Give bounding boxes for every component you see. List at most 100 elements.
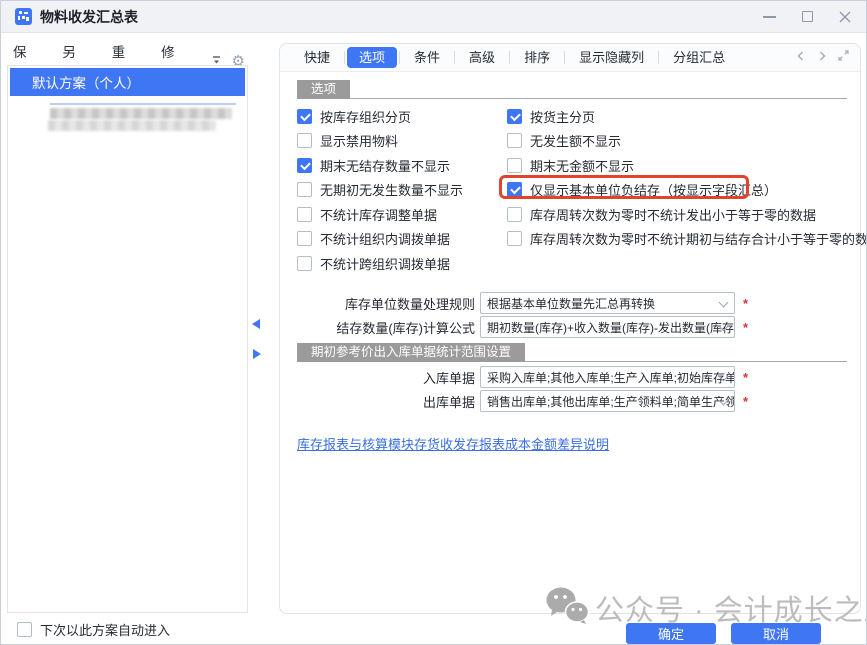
field-label: 库存单位数量处理规则 bbox=[297, 294, 475, 313]
auto-enter-checkbox[interactable] bbox=[17, 622, 32, 637]
option-checkbox-row[interactable]: 按货主分页 bbox=[507, 104, 867, 129]
checkbox[interactable] bbox=[507, 231, 522, 246]
tab-3[interactable]: 高级 bbox=[457, 47, 507, 68]
option-checkbox-row[interactable]: 库存周转次数为零时不统计发出小于等于零的数据 bbox=[507, 202, 867, 227]
app-logo-icon bbox=[15, 8, 32, 25]
outbound-docs-select[interactable]: 销售出库单;其他出库单;生产领料单;简单生产领料单 bbox=[480, 390, 735, 412]
tabs-scroll-left-icon[interactable] bbox=[795, 49, 807, 67]
tab-separator bbox=[509, 51, 510, 64]
field-label: 出库单据 bbox=[297, 392, 475, 411]
tab-bar-tabs: 快捷选项条件高级排序显示隐藏列分组汇总 bbox=[292, 47, 737, 68]
tab-bar: 快捷选项条件高级排序显示隐藏列分组汇总 bbox=[280, 44, 860, 72]
option-checkbox-row[interactable]: 期末无结存数量不显示 bbox=[297, 153, 507, 178]
option-checkbox-row[interactable]: 无期初无发生数量不显示 bbox=[297, 178, 507, 203]
inbound-docs-select[interactable]: 采购入库单;其他入库单;生产入库单;初始库存单 bbox=[480, 366, 735, 388]
checkbox[interactable] bbox=[507, 109, 522, 124]
section-divider bbox=[525, 343, 847, 362]
checkbox-label: 库存周转次数为零时不统计期初与结存合计小于等于零的数据 bbox=[530, 229, 867, 248]
ok-button[interactable]: 确定 bbox=[626, 623, 716, 644]
plan-item-redacted[interactable] bbox=[50, 108, 232, 119]
section-title: 选项 bbox=[297, 80, 350, 99]
checkbox[interactable] bbox=[507, 133, 522, 148]
inbound-docs-row: 入库单据 采购入库单;其他入库单;生产入库单;初始库存单 * bbox=[297, 366, 748, 388]
checkbox[interactable] bbox=[297, 182, 312, 197]
checkbox[interactable] bbox=[297, 109, 312, 124]
checkbox-column-right: 按货主分页无发生额不显示期末无金额不显示仅显示基本单位负结存（按显示字段汇总） 库… bbox=[507, 104, 867, 276]
checkbox-label: 不统计组织内调拨单据 bbox=[320, 229, 450, 248]
checkbox[interactable] bbox=[507, 158, 522, 173]
tab-separator bbox=[344, 51, 345, 64]
checkbox-label: 库存周转次数为零时不统计发出小于等于零的数据 bbox=[530, 205, 816, 224]
balance-formula-select[interactable]: 期初数量(库存)+收入数量(库存)-发出数量(库存) bbox=[480, 316, 735, 338]
option-checkbox-row[interactable]: 无发生额不显示 bbox=[507, 129, 867, 154]
auto-enter-label: 下次以此方案自动进入 bbox=[40, 620, 170, 639]
section-title: 期初参考价出入库单据统计范围设置 bbox=[297, 343, 525, 362]
checkbox[interactable] bbox=[297, 207, 312, 222]
expand-fullscreen-icon[interactable] bbox=[837, 49, 850, 67]
wechat-icon bbox=[544, 586, 590, 629]
close-button[interactable] bbox=[838, 10, 852, 24]
plan-item-redacted[interactable] bbox=[48, 120, 216, 131]
title-bar: 物料收发汇总表 bbox=[1, 1, 866, 33]
plan-list-panel: 默认方案（个人） bbox=[7, 65, 248, 613]
tab-0[interactable]: 快捷 bbox=[292, 47, 342, 68]
tab-4[interactable]: 排序 bbox=[512, 47, 562, 68]
tab-separator bbox=[658, 51, 659, 64]
select-value: 采购入库单;其他入库单;生产入库单;初始库存单 bbox=[487, 369, 735, 386]
checkbox-label: 显示禁用物料 bbox=[320, 131, 398, 150]
section-divider bbox=[350, 80, 847, 99]
checkbox[interactable] bbox=[297, 158, 312, 173]
select-value: 期初数量(库存)+收入数量(库存)-发出数量(库存) bbox=[487, 319, 735, 336]
plan-item-default[interactable]: 默认方案（个人） bbox=[10, 68, 245, 96]
select-value: 销售出库单;其他出库单;生产领料单;简单生产领料单 bbox=[487, 393, 735, 410]
splitter-collapse-left-icon[interactable] bbox=[252, 319, 260, 329]
checkbox-label: 期末无结存数量不显示 bbox=[320, 156, 450, 175]
checkbox[interactable] bbox=[507, 182, 522, 197]
tab-separator bbox=[399, 51, 400, 64]
tab-5[interactable]: 显示隐藏列 bbox=[567, 47, 656, 68]
required-asterisk: * bbox=[743, 394, 748, 409]
balance-formula-row: 结存数量(库存)计算公式 期初数量(库存)+收入数量(库存)-发出数量(库存) … bbox=[297, 316, 748, 338]
tab-separator bbox=[454, 51, 455, 64]
required-asterisk: * bbox=[743, 370, 748, 385]
checkbox-label: 不统计库存调整单据 bbox=[320, 205, 437, 224]
cancel-button[interactable]: 取消 bbox=[731, 623, 821, 644]
checkbox-label: 按库存组织分页 bbox=[320, 107, 411, 126]
option-checkbox-row[interactable]: 库存周转次数为零时不统计期初与结存合计小于等于零的数据 bbox=[507, 227, 867, 252]
plan-item-divider bbox=[50, 103, 236, 105]
option-checkbox-row[interactable]: 不统计库存调整单据 bbox=[297, 202, 507, 227]
tab-1[interactable]: 选项 bbox=[347, 47, 397, 68]
checkbox[interactable] bbox=[297, 256, 312, 271]
option-checkbox-row[interactable]: 按库存组织分页 bbox=[297, 104, 507, 129]
tab-2[interactable]: 条件 bbox=[402, 47, 452, 68]
section-header-doc-scope: 期初参考价出入库单据统计范围设置 bbox=[297, 343, 847, 362]
auto-enter-row[interactable]: 下次以此方案自动进入 bbox=[17, 620, 170, 639]
maximize-button[interactable] bbox=[800, 10, 814, 24]
splitter-expand-right-icon[interactable] bbox=[253, 349, 261, 359]
checkbox-label: 无期初无发生数量不显示 bbox=[320, 180, 463, 199]
option-checkbox-row[interactable]: 显示禁用物料 bbox=[297, 129, 507, 154]
checkbox-column-left: 按库存组织分页显示禁用物料期末无结存数量不显示无期初无发生数量不显示不统计库存调… bbox=[297, 104, 507, 276]
cost-difference-help-link[interactable]: 库存报表与核算模块存货收发存报表成本金额差异说明 bbox=[297, 434, 609, 453]
required-asterisk: * bbox=[743, 320, 748, 335]
tab-separator bbox=[564, 51, 565, 64]
field-label: 结存数量(库存)计算公式 bbox=[297, 318, 475, 337]
option-checkbox-row[interactable]: 仅显示基本单位负结存（按显示字段汇总） bbox=[507, 178, 867, 203]
tab-6[interactable]: 分组汇总 bbox=[661, 47, 737, 68]
minimize-button[interactable] bbox=[762, 10, 776, 24]
checkbox[interactable] bbox=[297, 133, 312, 148]
checkbox-label: 仅显示基本单位负结存（按显示字段汇总） bbox=[530, 180, 777, 199]
option-checkbox-row[interactable]: 期末无金额不显示 bbox=[507, 153, 867, 178]
chevron-down-icon bbox=[719, 298, 729, 308]
tabs-scroll-right-icon[interactable] bbox=[816, 49, 828, 67]
window-title: 物料收发汇总表 bbox=[40, 7, 138, 27]
section-header-options: 选项 bbox=[297, 80, 847, 99]
dialog-window: 物料收发汇总表 保存另存重置修改 ⚙ 默认方案（个人） 快捷选项条件高级排序显 bbox=[0, 0, 867, 645]
option-checkbox-row[interactable]: 不统计组织内调拨单据 bbox=[297, 227, 507, 252]
checkbox[interactable] bbox=[297, 231, 312, 246]
option-checkbox-row[interactable]: 不统计跨组织调拨单据 bbox=[297, 251, 507, 276]
select-value: 根据基本单位数量先汇总再转换 bbox=[487, 295, 655, 312]
unit-qty-rule-select[interactable]: 根据基本单位数量先汇总再转换 bbox=[480, 292, 735, 314]
checkbox-grid: 按库存组织分页显示禁用物料期末无结存数量不显示无期初无发生数量不显示不统计库存调… bbox=[297, 104, 867, 276]
checkbox[interactable] bbox=[507, 207, 522, 222]
